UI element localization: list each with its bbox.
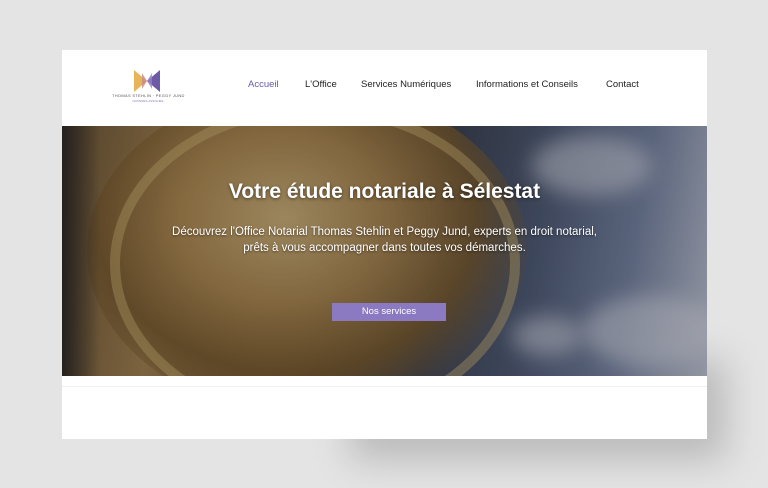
content-section [62, 376, 707, 439]
logo-name: THOMAS STEHLIN · PEGGY JUND [112, 93, 185, 98]
logo-subtitle: NOTAIRES ASSOCIÉS [132, 99, 164, 103]
hero-description: Découvrez l'Office Notarial Thomas Stehl… [144, 224, 625, 256]
site-header: THOMAS STEHLIN · PEGGY JUND NOTAIRES ASS… [62, 50, 707, 126]
nav-item-services-numeriques[interactable]: Services Numériques [361, 79, 451, 90]
website-preview: THOMAS STEHLIN · PEGGY JUND NOTAIRES ASS… [62, 50, 707, 439]
nos-services-button[interactable]: Nos services [332, 303, 446, 321]
hero-title: Votre étude notariale à Sélestat [228, 180, 541, 203]
nav-item-accueil[interactable]: Accueil [248, 79, 279, 90]
nav-item-contact[interactable]: Contact [606, 79, 639, 90]
hero-description-line-2: prêts à vous accompagner dans toutes vos… [243, 242, 526, 254]
nav-item-informations-conseils[interactable]: Informations et Conseils [476, 79, 578, 90]
hero-description-line-1: Découvrez l'Office Notarial Thomas Stehl… [172, 226, 597, 238]
nav-item-office[interactable]: L'Office [305, 79, 337, 90]
bowtie-logo-icon [134, 70, 160, 92]
site-logo[interactable]: THOMAS STEHLIN · PEGGY JUND NOTAIRES ASS… [112, 70, 184, 106]
hero-banner: Votre étude notariale à Sélestat Découvr… [62, 126, 707, 376]
section-divider [62, 386, 707, 387]
